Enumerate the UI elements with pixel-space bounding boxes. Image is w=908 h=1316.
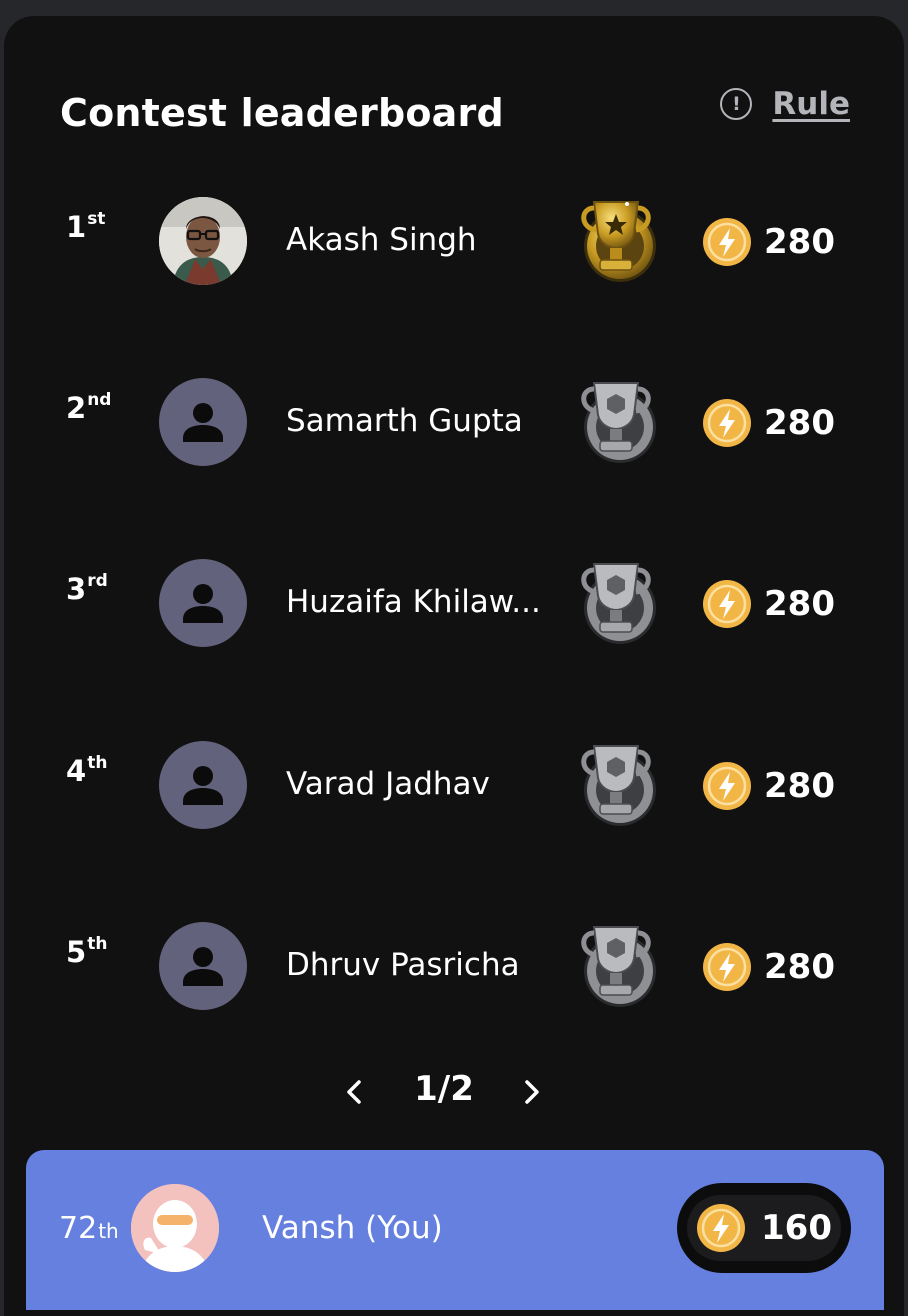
bolt-coin-icon — [702, 398, 752, 448]
page-title: Contest leaderboard — [60, 91, 504, 135]
gold-trophy-icon — [570, 194, 662, 286]
leaderboard-row[interactable]: 5th Dhruv Pasricha 280 — [4, 911, 904, 1021]
player-score: 280 — [764, 947, 835, 987]
leaderboard-row[interactable]: 1st Akash Singh 280 — [4, 186, 904, 296]
pagination: 1/2 — [4, 1061, 904, 1121]
leaderboard-card: Contest leaderboard ! Rule 1st Akash Sin… — [4, 16, 904, 1316]
player-score: 280 — [764, 584, 835, 624]
default-user-icon — [159, 741, 247, 829]
ninja-avatar — [131, 1184, 219, 1272]
current-user-name: Vansh (You) — [262, 1210, 443, 1246]
current-user-score: 160 — [761, 1208, 832, 1248]
exclamation-circle-icon: ! — [720, 88, 753, 120]
bolt-coin-icon — [702, 942, 752, 992]
default-user-icon — [159, 378, 247, 466]
player-name: Dhruv Pasricha — [286, 947, 520, 983]
silver-trophy-icon — [570, 375, 662, 467]
current-user-score-badge: 160 — [677, 1183, 851, 1273]
rule-button[interactable]: ! Rule — [720, 86, 850, 122]
leaderboard-row[interactable]: 3rd Huzaifa Khilaw... 280 — [4, 548, 904, 658]
rank-label: 4th — [66, 753, 108, 788]
player-name: Varad Jadhav — [286, 766, 490, 802]
default-user-icon — [159, 922, 247, 1010]
player-name: Huzaifa Khilaw... — [286, 584, 541, 620]
leaderboard-row[interactable]: 4th Varad Jadhav 280 — [4, 730, 904, 840]
leaderboard-row[interactable]: 2nd Samarth Gupta 280 — [4, 367, 904, 477]
bolt-coin-icon — [702, 217, 752, 267]
page-indicator: 1/2 — [414, 1069, 474, 1109]
player-score: 280 — [764, 403, 835, 443]
rank-label: 5th — [66, 934, 108, 969]
bolt-coin-icon — [696, 1203, 746, 1253]
player-name: Samarth Gupta — [286, 403, 523, 439]
chevron-left-icon[interactable] — [338, 1075, 372, 1109]
avatar-photo — [159, 197, 247, 285]
bolt-coin-icon — [702, 579, 752, 629]
bolt-coin-icon — [702, 761, 752, 811]
player-score: 280 — [764, 222, 835, 262]
default-user-icon — [159, 559, 247, 647]
rank-label: 2nd — [66, 390, 112, 425]
current-user-rank: 72th — [59, 1211, 119, 1246]
rank-label: 3rd — [66, 571, 108, 606]
rule-link-label: Rule — [772, 86, 850, 122]
silver-trophy-icon — [570, 556, 662, 648]
rank-label: 1st — [66, 209, 106, 244]
silver-trophy-icon — [570, 738, 662, 830]
chevron-right-icon[interactable] — [514, 1075, 548, 1109]
player-score: 280 — [764, 766, 835, 806]
current-user-bar[interactable]: 72th Vansh (You) 160 — [26, 1150, 884, 1310]
silver-trophy-icon — [570, 919, 662, 1011]
player-name: Akash Singh — [286, 222, 477, 258]
